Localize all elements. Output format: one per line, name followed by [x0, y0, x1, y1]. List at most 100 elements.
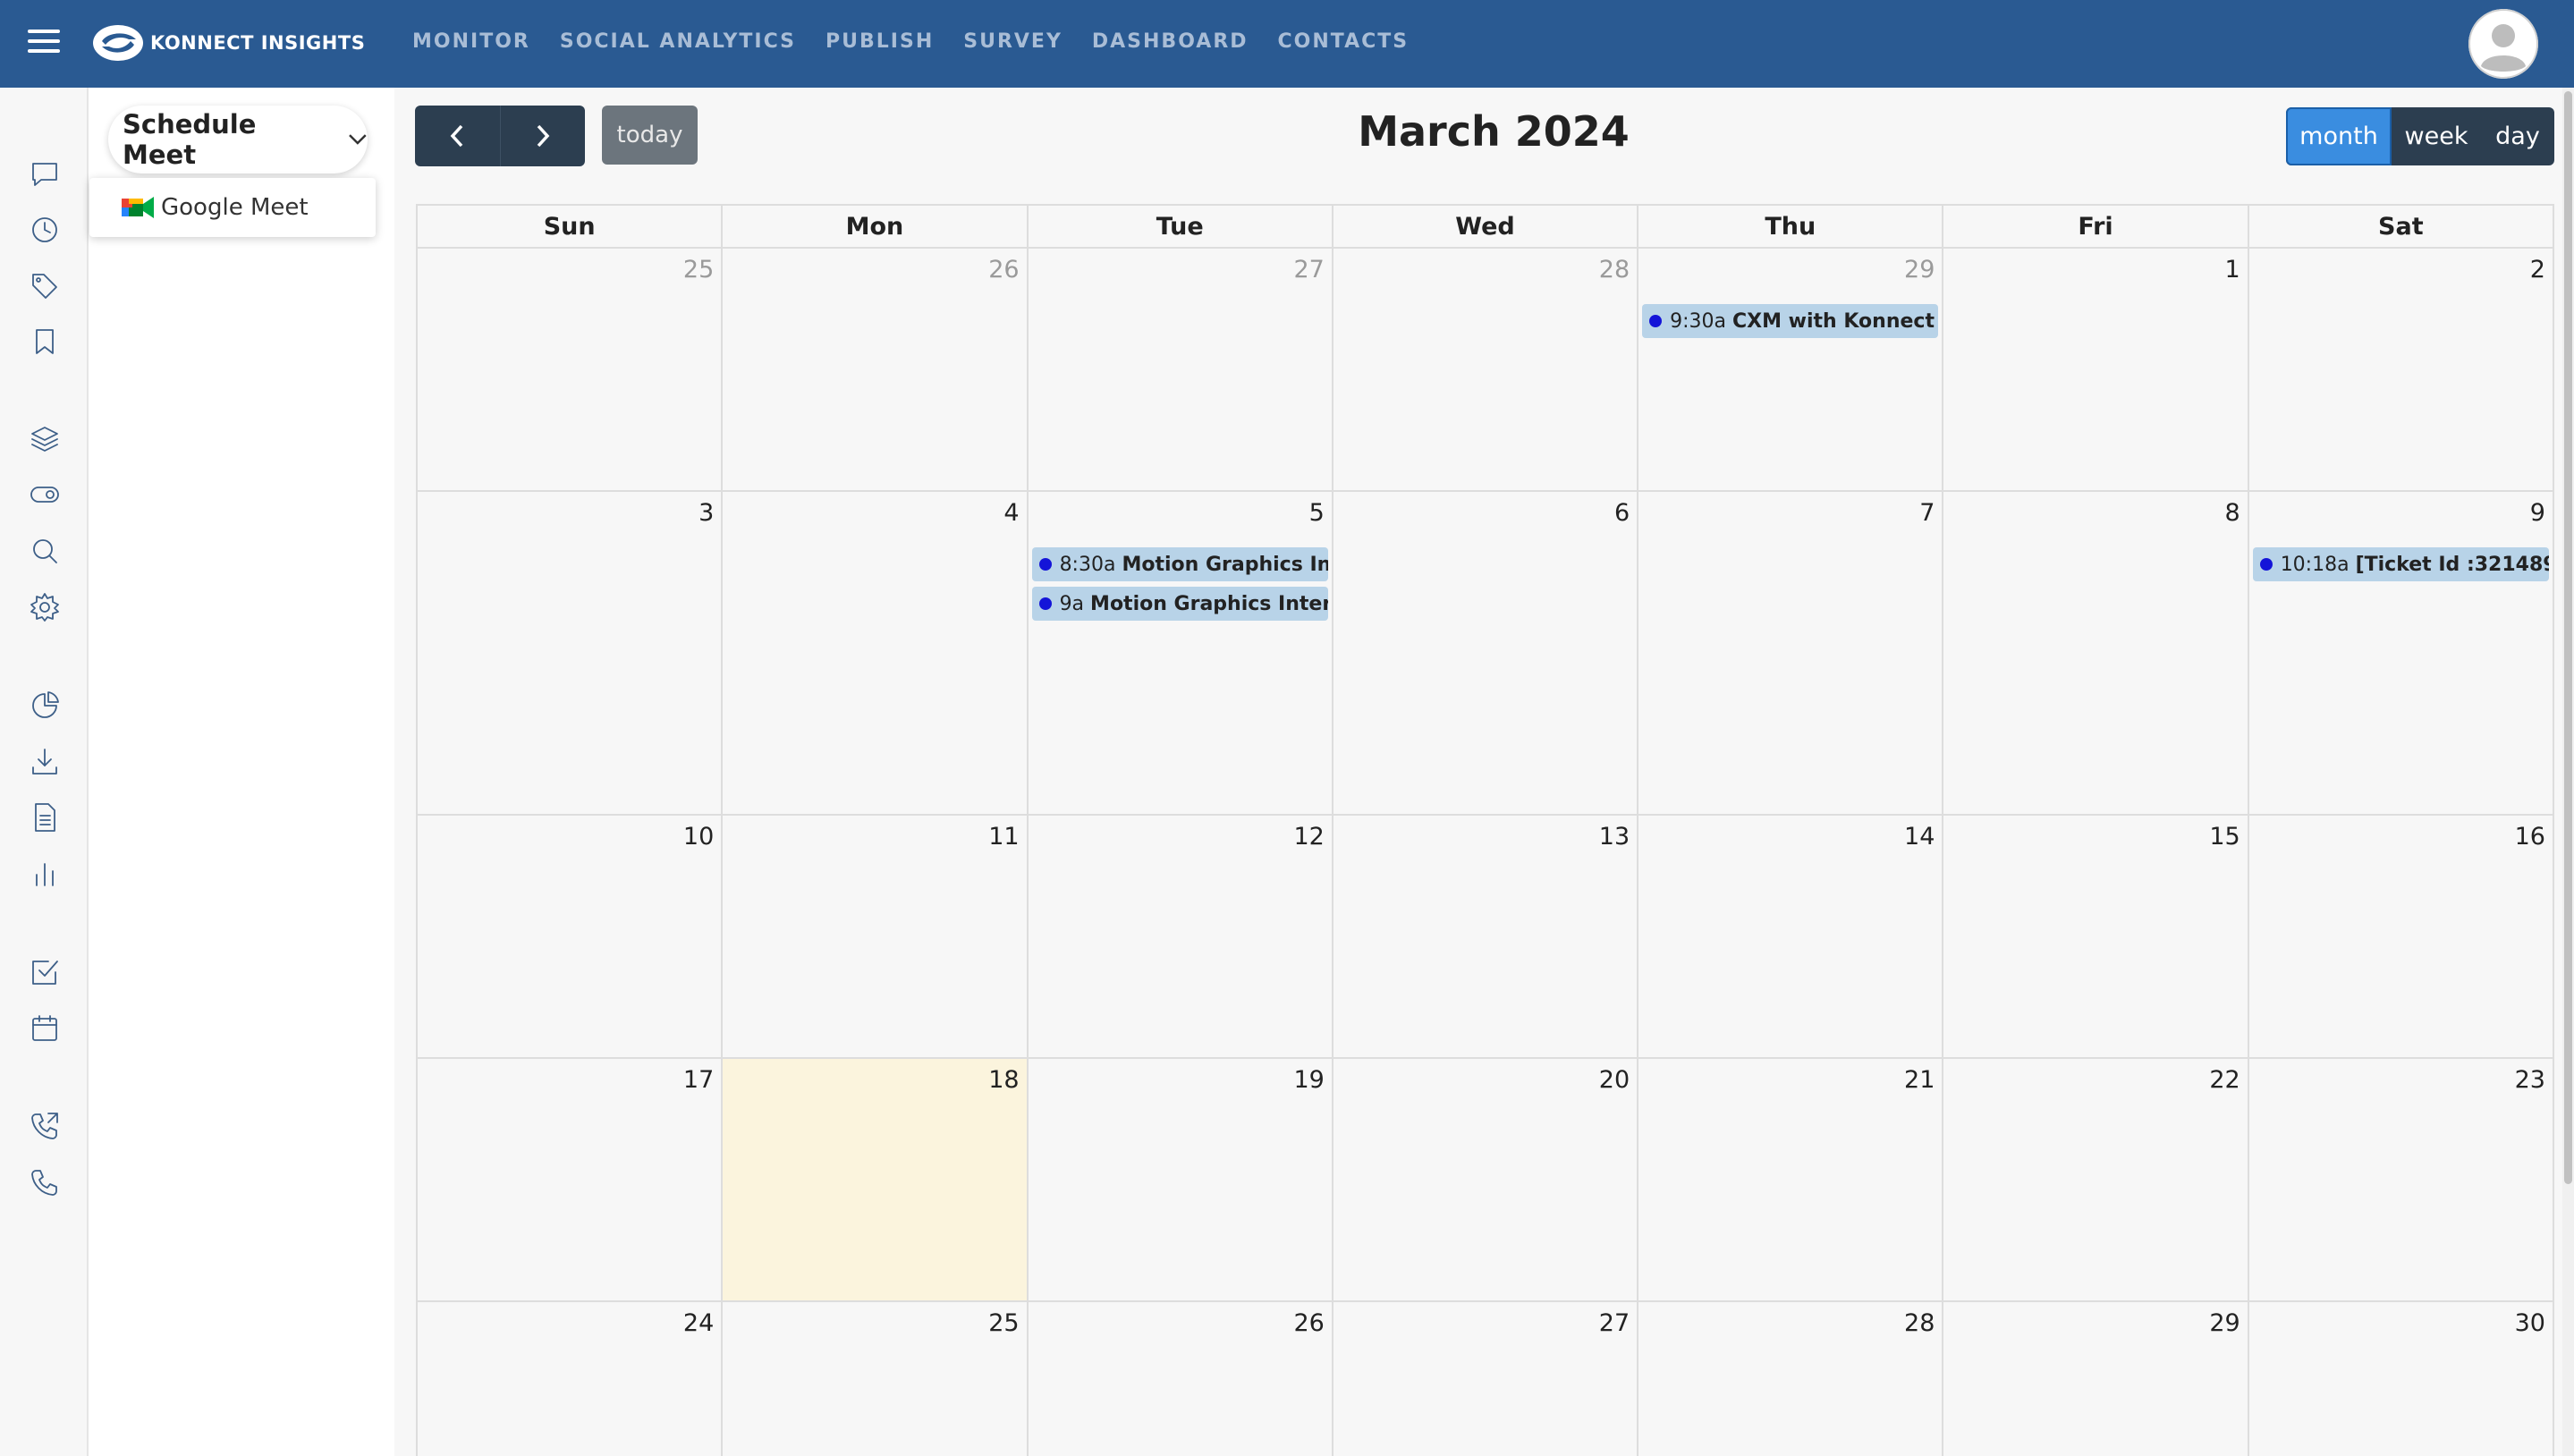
day-cell[interactable]: 12 — [1028, 816, 1334, 1059]
day-number[interactable]: 1 — [2225, 256, 2240, 284]
day-number[interactable]: 28 — [1904, 1309, 1935, 1337]
day-number[interactable]: 12 — [1293, 823, 1324, 851]
day-number[interactable]: 29 — [2209, 1309, 2240, 1337]
day-cell[interactable]: 5 8:30aMotion Graphics Interview 9aMotion … — [1028, 492, 1334, 816]
day-cell[interactable]: 16 — [2248, 816, 2554, 1059]
day-number[interactable]: 24 — [683, 1309, 714, 1337]
day-number[interactable]: 5 — [1309, 499, 1325, 527]
day-cell[interactable]: 7 — [1638, 492, 1944, 816]
day-cell[interactable]: 27 — [1333, 1302, 1639, 1456]
day-cell[interactable]: 25 — [723, 1302, 1029, 1456]
view-week-button[interactable]: week — [2392, 107, 2481, 165]
day-number[interactable]: 6 — [1614, 499, 1630, 527]
day-number[interactable]: 9 — [2530, 499, 2545, 527]
day-cell[interactable]: 27 — [1028, 249, 1334, 492]
day-cell[interactable]: 6 — [1333, 492, 1639, 816]
day-number[interactable]: 2 — [2530, 256, 2545, 284]
day-number[interactable]: 3 — [699, 499, 714, 527]
day-cell[interactable]: 30 — [2248, 1302, 2554, 1456]
day-cell-today[interactable]: 18 — [723, 1059, 1029, 1302]
day-cell[interactable]: 1 — [1943, 249, 2249, 492]
tag-icon[interactable] — [29, 270, 61, 302]
next-month-button[interactable] — [499, 106, 586, 166]
day-number[interactable]: 20 — [1599, 1066, 1630, 1094]
day-number[interactable]: 25 — [683, 256, 714, 284]
nav-social-analytics[interactable]: SOCIAL ANALYTICS — [560, 30, 796, 53]
day-number[interactable]: 10 — [683, 823, 714, 851]
document-icon[interactable] — [29, 801, 61, 834]
nav-dashboard[interactable]: DASHBOARD — [1092, 30, 1249, 53]
pie-chart-icon[interactable] — [29, 690, 61, 722]
day-cell[interactable]: 20 — [1333, 1059, 1639, 1302]
day-cell[interactable]: 29 9:30aCXM with Konnect Insights — [1638, 249, 1944, 492]
prev-month-button[interactable] — [415, 106, 500, 166]
day-number[interactable]: 28 — [1599, 256, 1630, 284]
day-number[interactable]: 21 — [1904, 1066, 1935, 1094]
view-day-button[interactable]: day — [2481, 107, 2554, 165]
day-cell[interactable]: 28 — [1333, 249, 1639, 492]
page-scrollbar[interactable] — [2562, 88, 2574, 1456]
day-cell[interactable]: 19 — [1028, 1059, 1334, 1302]
day-cell[interactable]: 11 — [723, 816, 1029, 1059]
day-number[interactable]: 7 — [1919, 499, 1935, 527]
day-cell[interactable]: 4 — [723, 492, 1029, 816]
menu-icon[interactable] — [28, 30, 60, 56]
nav-survey[interactable]: SURVEY — [963, 30, 1063, 53]
bookmark-icon[interactable] — [29, 326, 61, 358]
bar-chart-icon[interactable] — [29, 858, 61, 890]
google-meet-option[interactable]: Google Meet — [89, 178, 376, 237]
day-number[interactable]: 27 — [1599, 1309, 1630, 1337]
chat-icon[interactable] — [29, 157, 61, 190]
search-icon[interactable] — [29, 535, 61, 567]
day-number[interactable]: 16 — [2515, 823, 2545, 851]
layers-icon[interactable] — [29, 423, 61, 455]
today-button[interactable]: today — [602, 106, 698, 165]
scroll-thumb[interactable] — [2564, 91, 2572, 1184]
day-number[interactable]: 17 — [683, 1066, 714, 1094]
day-cell[interactable]: 17 — [418, 1059, 724, 1302]
calendar-event[interactable]: 8:30a Motion Graphics Interview — [1031, 547, 1328, 581]
day-number[interactable]: 18 — [988, 1066, 1019, 1094]
day-cell[interactable]: 26 — [1028, 1302, 1334, 1456]
day-cell[interactable]: 10 — [418, 816, 724, 1059]
day-cell[interactable]: 26 — [723, 249, 1029, 492]
day-number[interactable]: 19 — [1293, 1066, 1324, 1094]
day-cell[interactable]: 25 — [418, 249, 724, 492]
avatar[interactable] — [2468, 9, 2538, 79]
day-cell[interactable]: 2 — [2248, 249, 2554, 492]
view-month-button[interactable]: month — [2286, 107, 2392, 165]
toggle-icon[interactable] — [29, 478, 61, 511]
day-number[interactable]: 26 — [1293, 1309, 1324, 1337]
gear-icon[interactable] — [29, 591, 61, 623]
day-cell[interactable]: 14 — [1638, 816, 1944, 1059]
download-icon[interactable] — [29, 746, 61, 778]
day-cell[interactable]: 28 — [1638, 1302, 1944, 1456]
calendar-event[interactable]: 9aMotion Graphics Interview — [1031, 587, 1328, 621]
day-number[interactable]: 15 — [2209, 823, 2240, 851]
nav-monitor[interactable]: MONITOR — [412, 30, 530, 53]
calendar-event[interactable]: 9:30aCXM with Konnect Insights — [1642, 304, 1939, 338]
nav-publish[interactable]: PUBLISH — [826, 30, 934, 53]
day-number[interactable]: 13 — [1599, 823, 1630, 851]
schedule-meet-button[interactable]: Schedule Meet — [108, 106, 368, 174]
day-number[interactable]: 22 — [2209, 1066, 2240, 1094]
day-cell[interactable]: 21 — [1638, 1059, 1944, 1302]
day-number[interactable]: 23 — [2515, 1066, 2545, 1094]
nav-contacts[interactable]: CONTACTS — [1278, 30, 1410, 53]
day-number[interactable]: 26 — [988, 256, 1019, 284]
checkbox-icon[interactable] — [29, 956, 61, 988]
day-cell[interactable]: 9 10:18a[Ticket Id :32148908 — [2248, 492, 2554, 816]
day-number[interactable]: 27 — [1293, 256, 1324, 284]
day-cell[interactable]: 3 — [418, 492, 724, 816]
day-number[interactable]: 11 — [988, 823, 1019, 851]
day-number[interactable]: 8 — [2225, 499, 2240, 527]
day-cell[interactable]: 24 — [418, 1302, 724, 1456]
day-number[interactable]: 4 — [1003, 499, 1019, 527]
day-cell[interactable]: 8 — [1943, 492, 2249, 816]
phone-icon[interactable] — [29, 1166, 61, 1198]
calendar-event[interactable]: 10:18a[Ticket Id :32148908 — [2252, 547, 2549, 581]
day-cell[interactable]: 22 — [1943, 1059, 2249, 1302]
logo[interactable]: KONNECT INSIGHTS — [89, 20, 365, 66]
calendar-icon[interactable] — [29, 1012, 61, 1045]
day-number[interactable]: 29 — [1904, 256, 1935, 284]
